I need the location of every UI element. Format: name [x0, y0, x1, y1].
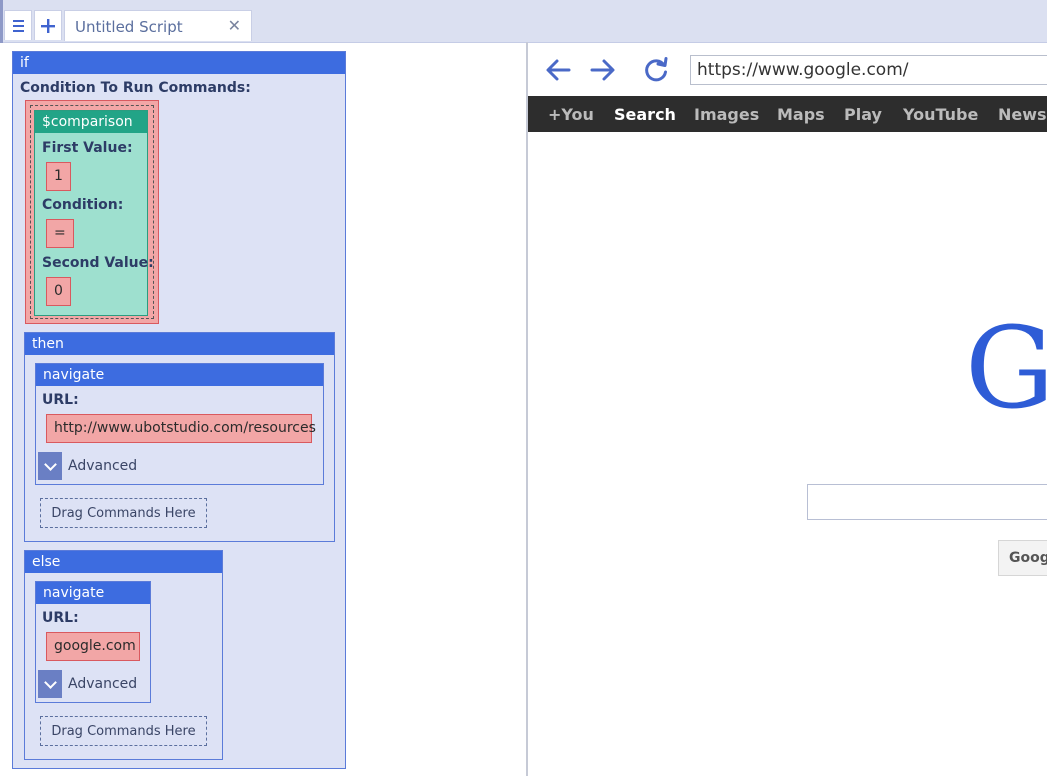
second-value-label: Second Value:: [42, 255, 154, 271]
tab-title: Untitled Script: [75, 18, 183, 36]
gbar-item-you[interactable]: +You: [548, 105, 594, 124]
first-value-label: First Value:: [42, 140, 133, 156]
menu-button[interactable]: [4, 10, 32, 40]
chevron-down-icon[interactable]: [38, 452, 62, 480]
close-icon[interactable]: ✕: [228, 16, 241, 35]
else-url-label: URL:: [42, 610, 79, 626]
gbar-item-maps[interactable]: Maps: [777, 105, 825, 124]
plus-icon: [41, 18, 55, 33]
gbar-item-youtube[interactable]: YouTube: [903, 105, 978, 124]
window-left-edge: [0, 0, 3, 42]
then-advanced-label: Advanced: [68, 458, 138, 474]
comparison-block-header[interactable]: $comparison: [35, 111, 147, 133]
if-block-header[interactable]: if: [13, 52, 345, 74]
then-block-header[interactable]: then: [25, 333, 334, 355]
tab-untitled-script[interactable]: Untitled Script ✕: [64, 10, 252, 41]
script-editor: if Condition To Run Commands: $compariso…: [0, 43, 526, 776]
tab-bar: Untitled Script ✕: [0, 0, 1047, 43]
else-url-field[interactable]: google.com: [46, 632, 140, 661]
hamburger-icon: [12, 19, 24, 32]
condition-label: Condition To Run Commands:: [20, 80, 251, 96]
google-logo: G: [965, 304, 1047, 434]
browser-pane: https://www.google.com/ +You Search Imag…: [528, 43, 1047, 776]
google-top-bar: +You Search Images Maps Play YouTube New…: [528, 96, 1047, 132]
google-search-button[interactable]: Goog: [998, 540, 1047, 576]
new-tab-button[interactable]: [34, 10, 62, 40]
chevron-down-icon[interactable]: [38, 670, 62, 698]
gbar-item-search[interactable]: Search: [614, 105, 676, 124]
condition-operator-label: Condition:: [42, 197, 124, 213]
then-url-field[interactable]: http://www.ubotstudio.com/resources: [46, 414, 316, 443]
then-advanced-toggle[interactable]: Advanced: [38, 452, 137, 480]
condition-operator-field[interactable]: =: [46, 219, 74, 248]
else-drop-zone-label: Drag Commands Here: [51, 723, 196, 739]
then-url-label: URL:: [42, 392, 79, 408]
else-block-header[interactable]: else: [25, 551, 222, 573]
else-advanced-label: Advanced: [68, 676, 138, 692]
back-arrow-icon[interactable]: [543, 55, 573, 85]
else-navigate-header[interactable]: navigate: [36, 582, 150, 604]
forward-arrow-icon[interactable]: [588, 55, 618, 85]
then-drop-zone[interactable]: Drag Commands Here: [40, 498, 207, 528]
first-value-field[interactable]: 1: [46, 162, 71, 191]
gbar-item-images[interactable]: Images: [694, 105, 759, 124]
gbar-item-news[interactable]: News: [998, 105, 1047, 124]
reload-icon[interactable]: [641, 55, 671, 85]
url-input[interactable]: https://www.google.com/: [690, 55, 1047, 85]
then-drop-zone-label: Drag Commands Here: [51, 505, 196, 521]
second-value-field[interactable]: 0: [46, 277, 71, 306]
google-search-input[interactable]: [807, 484, 1047, 520]
gbar-item-play[interactable]: Play: [844, 105, 882, 124]
else-drop-zone[interactable]: Drag Commands Here: [40, 716, 207, 746]
else-advanced-toggle[interactable]: Advanced: [38, 670, 137, 698]
then-navigate-header[interactable]: navigate: [36, 364, 323, 386]
